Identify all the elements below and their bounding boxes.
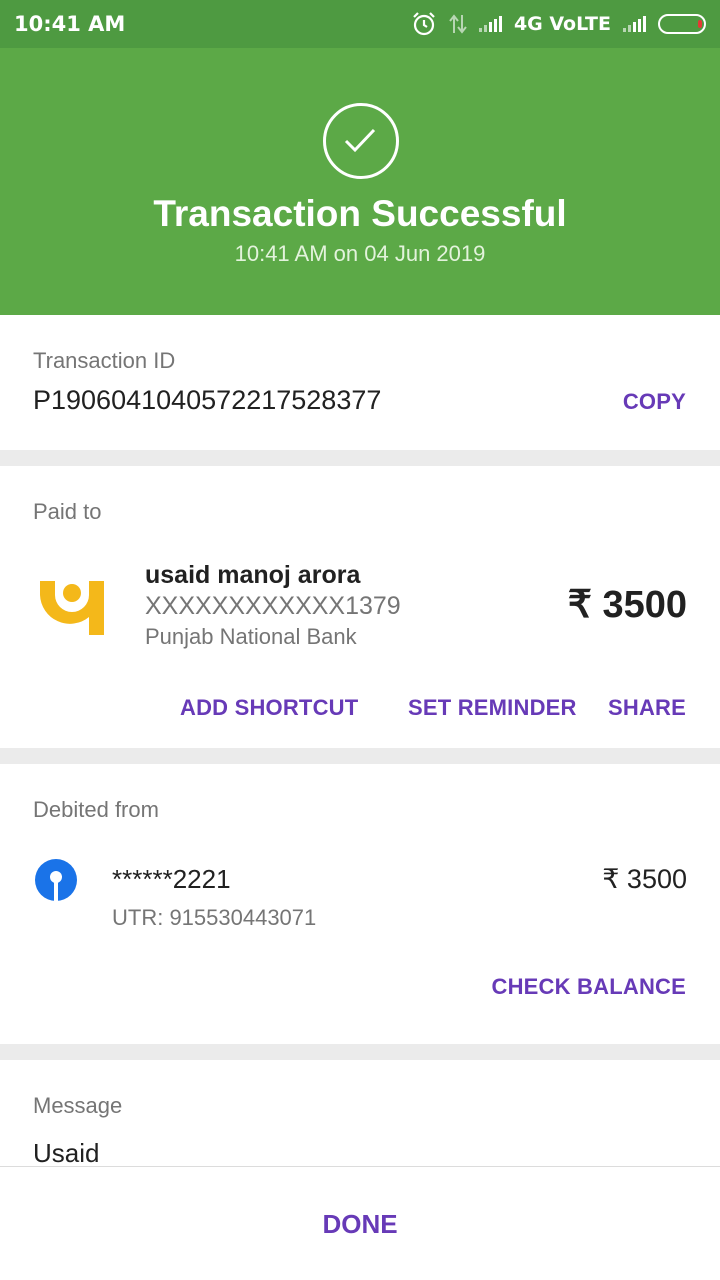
alarm-icon — [413, 12, 435, 36]
status-bar: 10:41 AM 4G VoLTE — [0, 0, 720, 48]
add-shortcut-button[interactable]: ADD SHORTCUT — [180, 695, 358, 721]
debit-account: ******2221 — [112, 864, 231, 894]
transaction-timestamp: 10:41 AM on 04 Jun 2019 — [234, 241, 486, 266]
status-icons: 4G VoLTE — [411, 11, 706, 37]
pnb-logo-icon — [40, 581, 104, 635]
check-circle-icon — [323, 103, 399, 179]
message-text: Usaid — [33, 1138, 100, 1168]
paid-to-label: Paid to — [33, 499, 102, 524]
paid-amount: ₹ 3500 — [567, 584, 687, 626]
success-header: Transaction Successful 10:41 AM on 04 Ju… — [0, 48, 720, 315]
payee-name: usaid manoj arora — [145, 561, 361, 589]
signal-icon — [478, 16, 502, 32]
message-label: Message — [33, 1093, 123, 1118]
message-card: Message Usaid — [0, 1060, 720, 1168]
copy-button[interactable]: COPY — [623, 389, 686, 415]
data-arrows-icon — [449, 14, 467, 34]
page-title: Transaction Successful — [153, 193, 567, 234]
debited-from-label: Debited from — [33, 797, 159, 822]
utr-number: UTR: 915530443071 — [112, 905, 317, 930]
debited-amount: ₹ 3500 — [602, 864, 687, 894]
battery-icon — [658, 14, 706, 34]
payee-bank: Punjab National Bank — [145, 624, 357, 649]
transaction-id-label: Transaction ID — [33, 348, 176, 373]
status-time: 10:41 AM — [14, 12, 126, 36]
transaction-id-card: Transaction ID P1906041040572217528377 C… — [0, 315, 720, 450]
debited-from-card: Debited from ******2221 UTR: 91553044307… — [0, 764, 720, 1044]
network-label: 4G VoLTE — [513, 13, 611, 35]
set-reminder-button[interactable]: SET REMINDER — [408, 695, 577, 721]
footer: DONE — [0, 1166, 720, 1280]
transaction-id-value: P1906041040572217528377 — [33, 385, 382, 415]
check-balance-button[interactable]: CHECK BALANCE — [492, 974, 687, 1000]
share-button[interactable]: SHARE — [608, 695, 686, 721]
sbi-logo-icon — [35, 859, 77, 901]
paid-to-card: Paid to usaid manoj arora XXXXXXXXXXXX13… — [0, 466, 720, 748]
done-button[interactable]: DONE — [0, 1209, 720, 1240]
payee-account: XXXXXXXXXXXX1379 — [145, 592, 401, 620]
signal-icon-2 — [623, 16, 646, 32]
